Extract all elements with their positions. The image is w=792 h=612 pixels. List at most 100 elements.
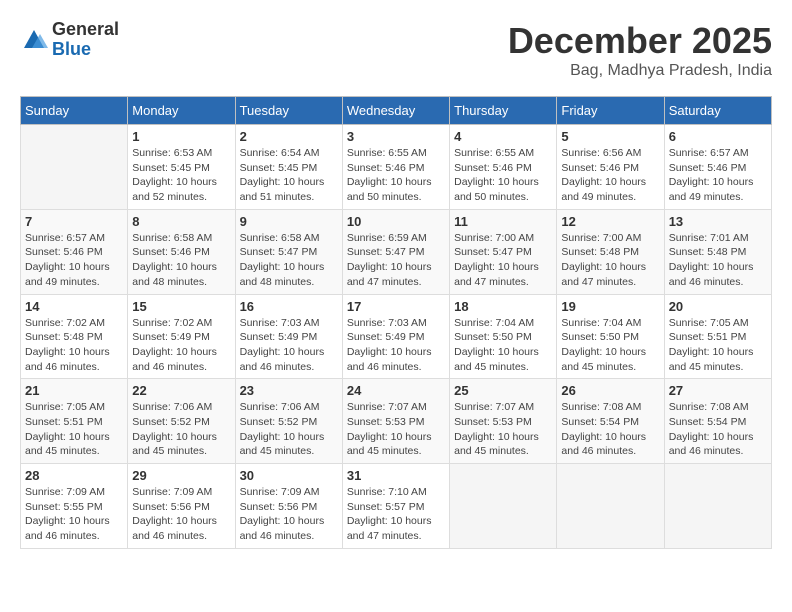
calendar-cell: 18 Sunrise: 7:04 AM Sunset: 5:50 PM Dayli… [450, 294, 557, 379]
day-info: Sunrise: 7:00 AM Sunset: 5:47 PM Dayligh… [454, 231, 552, 290]
day-info: Sunrise: 7:09 AM Sunset: 5:56 PM Dayligh… [132, 485, 230, 544]
calendar-week-row: 21 Sunrise: 7:05 AM Sunset: 5:51 PM Dayli… [21, 379, 772, 464]
day-info: Sunrise: 6:55 AM Sunset: 5:46 PM Dayligh… [347, 146, 445, 205]
logo-icon [20, 26, 48, 54]
calendar-cell: 11Sunrise: 7:00 AM Sunset: 5:47 PM Dayli… [450, 209, 557, 294]
day-info: Sunrise: 7:10 AM Sunset: 5:57 PM Dayligh… [347, 485, 445, 544]
logo: General Blue [20, 20, 119, 60]
logo-blue: Blue [52, 40, 119, 60]
day-number: 14 [25, 299, 123, 314]
calendar-cell: 17 Sunrise: 7:03 AM Sunset: 5:49 PM Dayli… [342, 294, 449, 379]
day-number: 15 [132, 299, 230, 314]
day-number: 20 [669, 299, 767, 314]
calendar-week-row: 1Sunrise: 6:53 AM Sunset: 5:45 PM Daylig… [21, 125, 772, 210]
title-area: December 2025 Bag, Madhya Pradesh, India [508, 20, 772, 80]
calendar-cell: 29Sunrise: 7:09 AM Sunset: 5:56 PM Dayli… [128, 464, 235, 549]
day-info: Sunrise: 7:00 AM Sunset: 5:48 PM Dayligh… [561, 231, 659, 290]
day-number: 7 [25, 214, 123, 229]
calendar-cell: 4Sunrise: 6:55 AM Sunset: 5:46 PM Daylig… [450, 125, 557, 210]
calendar-cell: 12 Sunrise: 7:00 AM Sunset: 5:48 PM Dayli… [557, 209, 664, 294]
day-number: 30 [240, 468, 338, 483]
calendar-cell [21, 125, 128, 210]
day-number: 24 [347, 383, 445, 398]
calendar-cell: 14 Sunrise: 7:02 AM Sunset: 5:48 PM Dayli… [21, 294, 128, 379]
logo-text: General Blue [52, 20, 119, 60]
calendar-header: SundayMondayTuesdayWednesdayThursdayFrid… [21, 97, 772, 125]
day-number: 3 [347, 129, 445, 144]
day-info: Sunrise: 7:02 AM Sunset: 5:48 PM Dayligh… [25, 316, 123, 375]
day-info: Sunrise: 6:58 AM Sunset: 5:46 PM Dayligh… [132, 231, 230, 290]
day-info: Sunrise: 7:08 AM Sunset: 5:54 PM Dayligh… [561, 400, 659, 459]
calendar-cell: 5 Sunrise: 6:56 AM Sunset: 5:46 PM Daylig… [557, 125, 664, 210]
day-info: Sunrise: 6:53 AM Sunset: 5:45 PM Dayligh… [132, 146, 230, 205]
calendar-cell: 8 Sunrise: 6:58 AM Sunset: 5:46 PM Daylig… [128, 209, 235, 294]
day-info: Sunrise: 6:57 AM Sunset: 5:46 PM Dayligh… [25, 231, 123, 290]
calendar-cell: 26Sunrise: 7:08 AM Sunset: 5:54 PM Dayli… [557, 379, 664, 464]
calendar-table: SundayMondayTuesdayWednesdayThursdayFrid… [20, 96, 772, 549]
day-number: 22 [132, 383, 230, 398]
calendar-cell: 7 Sunrise: 6:57 AM Sunset: 5:46 PM Daylig… [21, 209, 128, 294]
location-title: Bag, Madhya Pradesh, India [508, 62, 772, 80]
day-number: 10 [347, 214, 445, 229]
day-number: 21 [25, 383, 123, 398]
calendar-cell: 20 Sunrise: 7:05 AM Sunset: 5:51 PM Dayli… [664, 294, 771, 379]
calendar-cell [664, 464, 771, 549]
day-info: Sunrise: 7:04 AM Sunset: 5:50 PM Dayligh… [561, 316, 659, 375]
weekday-header: Monday [128, 97, 235, 125]
calendar-cell: 9Sunrise: 6:58 AM Sunset: 5:47 PM Daylig… [235, 209, 342, 294]
day-info: Sunrise: 7:03 AM Sunset: 5:49 PM Dayligh… [347, 316, 445, 375]
day-number: 16 [240, 299, 338, 314]
weekday-header: Saturday [664, 97, 771, 125]
day-number: 18 [454, 299, 552, 314]
day-number: 19 [561, 299, 659, 314]
calendar-cell: 13Sunrise: 7:01 AM Sunset: 5:48 PM Dayli… [664, 209, 771, 294]
month-title: December 2025 [508, 20, 772, 62]
day-number: 23 [240, 383, 338, 398]
day-number: 5 [561, 129, 659, 144]
calendar-week-row: 7 Sunrise: 6:57 AM Sunset: 5:46 PM Daylig… [21, 209, 772, 294]
calendar-cell: 16 Sunrise: 7:03 AM Sunset: 5:49 PM Dayli… [235, 294, 342, 379]
calendar-cell: 6Sunrise: 6:57 AM Sunset: 5:46 PM Daylig… [664, 125, 771, 210]
calendar-cell: 31 Sunrise: 7:10 AM Sunset: 5:57 PM Dayli… [342, 464, 449, 549]
calendar-cell: 27 Sunrise: 7:08 AM Sunset: 5:54 PM Dayli… [664, 379, 771, 464]
calendar-cell: 19 Sunrise: 7:04 AM Sunset: 5:50 PM Dayli… [557, 294, 664, 379]
day-info: Sunrise: 6:57 AM Sunset: 5:46 PM Dayligh… [669, 146, 767, 205]
calendar-cell: 24Sunrise: 7:07 AM Sunset: 5:53 PM Dayli… [342, 379, 449, 464]
day-info: Sunrise: 7:05 AM Sunset: 5:51 PM Dayligh… [669, 316, 767, 375]
day-number: 31 [347, 468, 445, 483]
day-info: Sunrise: 7:08 AM Sunset: 5:54 PM Dayligh… [669, 400, 767, 459]
day-number: 13 [669, 214, 767, 229]
day-number: 28 [25, 468, 123, 483]
day-info: Sunrise: 7:06 AM Sunset: 5:52 PM Dayligh… [240, 400, 338, 459]
weekday-header: Friday [557, 97, 664, 125]
day-number: 12 [561, 214, 659, 229]
weekday-header: Thursday [450, 97, 557, 125]
day-number: 4 [454, 129, 552, 144]
day-info: Sunrise: 7:09 AM Sunset: 5:56 PM Dayligh… [240, 485, 338, 544]
day-number: 2 [240, 129, 338, 144]
calendar-cell: 3 Sunrise: 6:55 AM Sunset: 5:46 PM Daylig… [342, 125, 449, 210]
calendar-body: 1Sunrise: 6:53 AM Sunset: 5:45 PM Daylig… [21, 125, 772, 549]
calendar-cell: 15 Sunrise: 7:02 AM Sunset: 5:49 PM Dayli… [128, 294, 235, 379]
logo-general: General [52, 20, 119, 40]
weekday-header: Wednesday [342, 97, 449, 125]
day-info: Sunrise: 7:06 AM Sunset: 5:52 PM Dayligh… [132, 400, 230, 459]
day-info: Sunrise: 7:09 AM Sunset: 5:55 PM Dayligh… [25, 485, 123, 544]
day-info: Sunrise: 7:05 AM Sunset: 5:51 PM Dayligh… [25, 400, 123, 459]
calendar-cell: 25Sunrise: 7:07 AM Sunset: 5:53 PM Dayli… [450, 379, 557, 464]
day-number: 27 [669, 383, 767, 398]
calendar-cell: 28 Sunrise: 7:09 AM Sunset: 5:55 PM Dayli… [21, 464, 128, 549]
day-info: Sunrise: 6:59 AM Sunset: 5:47 PM Dayligh… [347, 231, 445, 290]
day-info: Sunrise: 7:04 AM Sunset: 5:50 PM Dayligh… [454, 316, 552, 375]
day-info: Sunrise: 6:54 AM Sunset: 5:45 PM Dayligh… [240, 146, 338, 205]
calendar-cell: 1Sunrise: 6:53 AM Sunset: 5:45 PM Daylig… [128, 125, 235, 210]
calendar-cell [450, 464, 557, 549]
day-info: Sunrise: 6:56 AM Sunset: 5:46 PM Dayligh… [561, 146, 659, 205]
day-info: Sunrise: 7:02 AM Sunset: 5:49 PM Dayligh… [132, 316, 230, 375]
calendar-cell: 2 Sunrise: 6:54 AM Sunset: 5:45 PM Daylig… [235, 125, 342, 210]
day-number: 17 [347, 299, 445, 314]
day-number: 8 [132, 214, 230, 229]
day-info: Sunrise: 7:03 AM Sunset: 5:49 PM Dayligh… [240, 316, 338, 375]
day-number: 25 [454, 383, 552, 398]
calendar-cell: 30 Sunrise: 7:09 AM Sunset: 5:56 PM Dayli… [235, 464, 342, 549]
